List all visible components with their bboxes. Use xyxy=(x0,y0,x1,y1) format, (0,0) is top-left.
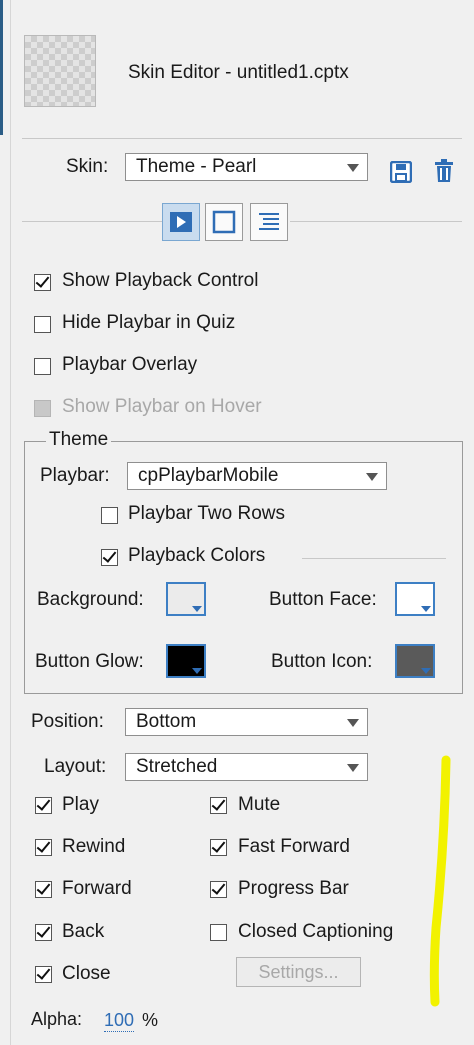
annotation-highlight-stroke xyxy=(429,755,451,1007)
skin-thumbnail xyxy=(24,35,96,107)
divider xyxy=(22,221,162,222)
hide-playbar-in-quiz-label: Hide Playbar in Quiz xyxy=(62,312,236,333)
playbar-overlay-checkbox[interactable] xyxy=(34,358,51,375)
background-label: Background: xyxy=(37,589,144,610)
window-title: Skin Editor - untitled1.cptx xyxy=(128,62,349,83)
chevron-down-icon xyxy=(347,764,359,772)
layout-value: Stretched xyxy=(136,756,218,777)
rewind-checkbox[interactable] xyxy=(35,839,52,856)
fast-forward-checkbox[interactable] xyxy=(210,839,227,856)
theme-legend: Theme xyxy=(46,429,112,451)
show-playbar-on-hover-label: Show Playbar on Hover xyxy=(62,396,262,417)
layout-dropdown[interactable]: Stretched xyxy=(125,753,368,781)
mute-label: Mute xyxy=(238,794,281,815)
playbar-two-rows-checkbox[interactable] xyxy=(101,507,118,524)
show-playback-control-checkbox[interactable] xyxy=(34,274,51,291)
divider xyxy=(302,558,446,559)
skin-dropdown[interactable]: Theme - Pearl xyxy=(125,153,368,181)
dropdown-arrow-icon xyxy=(192,668,202,674)
layout-label: Layout: xyxy=(44,756,107,777)
forward-label: Forward xyxy=(62,878,132,899)
tab-borders[interactable] xyxy=(205,203,243,241)
button-icon-label: Button Icon: xyxy=(271,651,373,672)
close-checkbox[interactable] xyxy=(35,966,52,983)
show-playbar-on-hover-checkbox[interactable] xyxy=(34,400,51,417)
show-playback-control-label: Show Playback Control xyxy=(62,270,259,291)
back-checkbox[interactable] xyxy=(35,924,52,941)
chevron-down-icon xyxy=(366,473,378,481)
playbar-two-rows-label: Playbar Two Rows xyxy=(128,503,285,524)
button-icon-color-swatch[interactable] xyxy=(395,644,435,678)
play-icon xyxy=(170,212,192,232)
rewind-label: Rewind xyxy=(62,836,126,857)
background-color-swatch[interactable] xyxy=(166,582,206,616)
alpha-input[interactable]: 100 xyxy=(104,1010,135,1032)
button-face-color-swatch[interactable] xyxy=(395,582,435,616)
playbar-value: cpPlaybarMobile xyxy=(138,465,279,486)
button-glow-label: Button Glow: xyxy=(35,651,144,672)
button-face-label: Button Face: xyxy=(269,589,377,610)
play-checkbox[interactable] xyxy=(35,797,52,814)
fast-forward-label: Fast Forward xyxy=(238,836,350,857)
playback-colors-label: Playback Colors xyxy=(128,545,266,566)
skin-label: Skin: xyxy=(66,156,109,177)
dropdown-arrow-icon xyxy=(421,668,431,674)
play-label: Play xyxy=(62,794,99,815)
playbar-label: Playbar: xyxy=(40,465,110,486)
dropdown-arrow-icon xyxy=(421,606,431,612)
playback-colors-checkbox[interactable] xyxy=(101,549,118,566)
divider xyxy=(22,138,462,139)
playbar-overlay-label: Playbar Overlay xyxy=(62,354,198,375)
tab-playback[interactable] xyxy=(162,203,200,241)
position-label: Position: xyxy=(31,711,104,732)
window-edge xyxy=(0,0,3,135)
skin-value: Theme - Pearl xyxy=(136,156,257,177)
progress-bar-label: Progress Bar xyxy=(238,878,349,899)
dropdown-arrow-icon xyxy=(192,606,202,612)
playbar-dropdown[interactable]: cpPlaybarMobile xyxy=(127,462,387,490)
position-dropdown[interactable]: Bottom xyxy=(125,708,368,736)
forward-checkbox[interactable] xyxy=(35,881,52,898)
tab-table-of-contents[interactable] xyxy=(250,203,288,241)
save-icon[interactable] xyxy=(389,160,413,189)
closed-captioning-label: Closed Captioning xyxy=(238,921,394,942)
settings-button[interactable]: Settings... xyxy=(236,957,361,987)
divider xyxy=(290,221,462,222)
alpha-label: Alpha: xyxy=(31,1009,83,1029)
hide-playbar-in-quiz-checkbox[interactable] xyxy=(34,316,51,333)
list-icon xyxy=(259,213,279,230)
alpha-unit: % xyxy=(142,1010,159,1030)
back-label: Back xyxy=(62,921,105,942)
panel-border xyxy=(10,0,11,1045)
border-icon xyxy=(212,210,236,234)
position-value: Bottom xyxy=(136,711,197,732)
closed-captioning-checkbox[interactable] xyxy=(210,924,227,941)
chevron-down-icon xyxy=(347,719,359,727)
close-label: Close xyxy=(62,963,111,984)
button-glow-color-swatch[interactable] xyxy=(166,644,206,678)
trash-icon[interactable] xyxy=(433,159,455,189)
progress-bar-checkbox[interactable] xyxy=(210,881,227,898)
mute-checkbox[interactable] xyxy=(210,797,227,814)
chevron-down-icon xyxy=(347,164,359,172)
